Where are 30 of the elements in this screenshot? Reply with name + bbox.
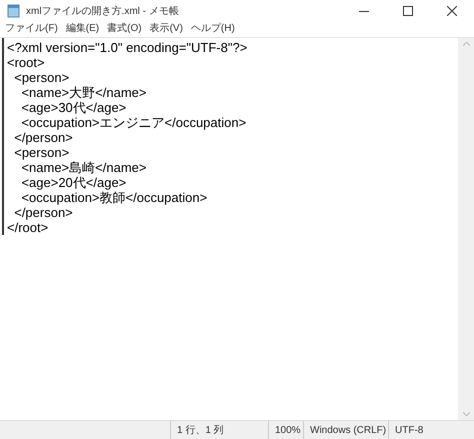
menu-item[interactable]: 表示(V): [146, 22, 186, 36]
code-line: </person>: [13, 205, 73, 220]
status-text: 1 行、1 列: [177, 424, 224, 438]
menu-item[interactable]: ヘルプ(H): [188, 22, 238, 36]
code-line: </person>: [13, 130, 73, 145]
notepad-icon: [7, 4, 20, 18]
status-text: 100%: [275, 424, 301, 438]
status-text: UTF-8: [395, 424, 424, 438]
menu-item[interactable]: ファイル(F): [2, 22, 61, 36]
code-line: <?xml version="1.0" encoding="UTF-8"?>: [7, 40, 248, 55]
close-icon: [447, 6, 457, 16]
code-line: <occupation>教師</occupation>: [20, 190, 208, 205]
scroll-down-icon[interactable]: [462, 412, 470, 416]
code-line: <age>20代</age>: [20, 175, 126, 190]
code-line: </root>: [7, 220, 48, 235]
code-line: <person>: [13, 70, 70, 85]
maximize-icon: [403, 6, 413, 16]
code-line: <occupation>エンジニア</occupation>: [20, 115, 246, 130]
menu-item[interactable]: 編集(E): [62, 22, 102, 36]
scroll-up-icon[interactable]: [462, 42, 470, 46]
code-line: <name>島崎</name>: [20, 160, 146, 175]
code-line: <person>: [13, 145, 70, 160]
code-line: <age>30代</age>: [20, 100, 126, 115]
menu-item[interactable]: 書式(O): [104, 22, 145, 36]
scrollbar[interactable]: [458, 38, 474, 420]
window-title: xmlファイルの開き方.xml - メモ帳: [26, 4, 179, 18]
status-text: Windows (CRLF): [310, 424, 386, 438]
code-line: <root>: [7, 55, 45, 70]
minimize-icon: [359, 10, 369, 12]
code-line: <name>大野</name>: [20, 85, 146, 100]
